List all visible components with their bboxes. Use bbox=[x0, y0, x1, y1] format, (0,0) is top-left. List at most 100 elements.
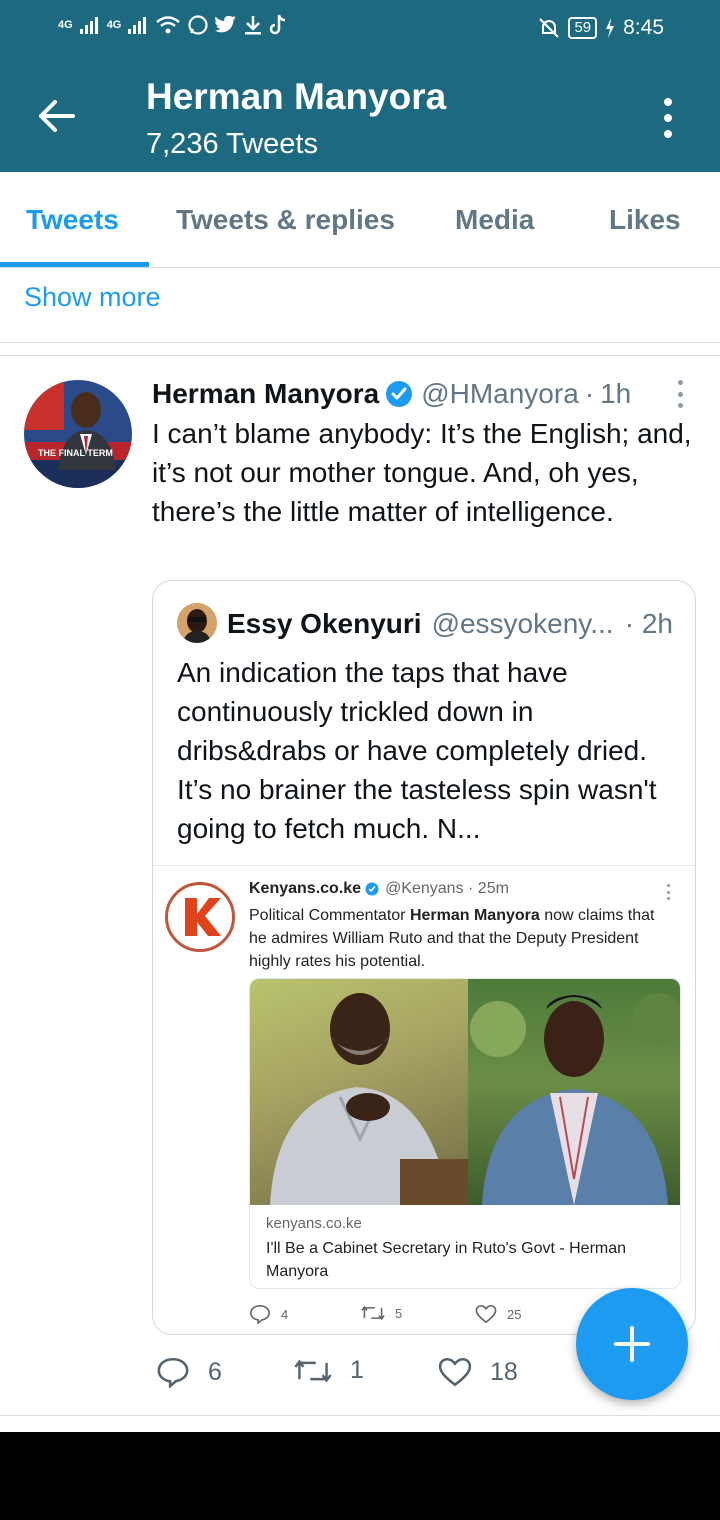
embedded-tweet-body: Political Commentator Herman Manyora now… bbox=[249, 904, 669, 973]
verified-badge-icon bbox=[386, 381, 413, 407]
quoted-author-name: Essy Okenyuri bbox=[227, 608, 422, 639]
dot-icon bbox=[664, 98, 672, 106]
tab-media[interactable]: Media bbox=[455, 204, 534, 236]
tab-tweets-replies[interactable]: Tweets & replies bbox=[176, 204, 395, 236]
tweet-more-button[interactable] bbox=[670, 380, 690, 408]
ruto-photo bbox=[250, 979, 468, 1205]
whatsapp-icon bbox=[188, 15, 208, 35]
dot-icon bbox=[677, 391, 683, 397]
mute-bell-icon bbox=[539, 18, 560, 38]
back-button[interactable] bbox=[32, 92, 80, 140]
profile-tabs: Tweets Tweets & replies Media Likes bbox=[0, 172, 720, 268]
kenyans-logo bbox=[165, 882, 235, 952]
embedded-actions: 4 5 25 bbox=[249, 1304, 549, 1326]
quoted-author-avatar[interactable] bbox=[177, 603, 217, 643]
tweet-timestamp[interactable]: 1h bbox=[600, 378, 631, 410]
quoted-tweet-header: Essy Okenyuri @essyokeny... · 2h bbox=[227, 605, 687, 643]
divider bbox=[0, 355, 720, 356]
reply-icon bbox=[157, 1357, 189, 1388]
twitter-icon bbox=[215, 15, 237, 33]
tab-likes[interactable]: Likes bbox=[609, 204, 681, 236]
embedded-text-prefix: Political Commentator bbox=[249, 907, 410, 924]
active-tab-indicator bbox=[0, 262, 149, 267]
network-label-1: 4G bbox=[58, 19, 73, 31]
avatar-image: THE FINAL TERM bbox=[24, 380, 132, 488]
tweet-header: Herman Manyora @HManyora · 1h bbox=[152, 374, 672, 414]
link-title: I'll Be a Cabinet Secretary in Ruto's Go… bbox=[266, 1240, 627, 1280]
app-bar: 4G 4G 59 8:45 Herman Manyora 7,236 Tweet… bbox=[0, 0, 720, 172]
like-count: 18 bbox=[490, 1357, 518, 1386]
battery-indicator: 59 bbox=[568, 17, 598, 39]
kenyans-k-icon bbox=[185, 898, 221, 936]
signal-icon bbox=[79, 17, 98, 34]
embedded-like: 25 bbox=[475, 1304, 521, 1324]
verified-badge-icon bbox=[365, 882, 379, 896]
compose-tweet-button[interactable] bbox=[576, 1288, 688, 1400]
divider bbox=[0, 342, 720, 343]
like-button[interactable]: 18 bbox=[438, 1356, 518, 1388]
quoted-tweet-screenshot[interactable]: Kenyans.co.ke @Kenyans · 25m Political C… bbox=[153, 865, 695, 1334]
clock: 8:45 bbox=[623, 16, 664, 39]
separator-dot: · bbox=[584, 378, 595, 409]
charging-icon bbox=[606, 18, 615, 38]
divider bbox=[0, 1415, 720, 1416]
quoted-author-handle: @essyokeny... bbox=[431, 608, 614, 639]
profile-title: Herman Manyora bbox=[146, 76, 447, 117]
show-more-link[interactable]: Show more bbox=[24, 282, 161, 313]
tweet-author-avatar[interactable]: THE FINAL TERM bbox=[24, 380, 132, 488]
signal-icon bbox=[128, 17, 147, 34]
status-bar: 4G 4G 59 8:45 bbox=[0, 0, 720, 60]
dot-icon bbox=[664, 130, 672, 138]
avatar-image bbox=[177, 603, 217, 643]
embedded-reply-count: 4 bbox=[281, 1306, 289, 1322]
tiktok-icon bbox=[270, 14, 286, 35]
embedded-tweet-header: Kenyans.co.ke @Kenyans · 25m bbox=[249, 880, 509, 898]
tweet-author-name[interactable]: Herman Manyora bbox=[152, 378, 379, 410]
embedded-author-name: Kenyans.co.ke bbox=[249, 880, 362, 897]
wifi-icon bbox=[156, 16, 181, 34]
heart-icon bbox=[438, 1357, 472, 1387]
embedded-link-card: kenyans.co.ke I'll Be a Cabinet Secretar… bbox=[249, 978, 681, 1289]
dot-icon bbox=[664, 114, 672, 122]
quoted-tweet[interactable]: Essy Okenyuri @essyokeny... · 2h An indi… bbox=[152, 580, 696, 1335]
status-icons-right: 59 8:45 bbox=[538, 16, 664, 40]
tweet-count: 7,236 Tweets bbox=[146, 128, 318, 160]
tweet-body: I can’t blame anybody: It’s the English;… bbox=[152, 418, 692, 527]
retweet-count: 1 bbox=[350, 1356, 364, 1384]
embedded-reply: 4 bbox=[249, 1304, 288, 1324]
quoted-tweet-body: An indication the taps that have continu… bbox=[177, 657, 657, 844]
plus-icon bbox=[614, 1326, 650, 1362]
embedded-like-count: 25 bbox=[507, 1306, 522, 1322]
tweet-author-handle[interactable]: @HManyora bbox=[421, 378, 579, 410]
embedded-handle-time: @Kenyans · 25m bbox=[385, 880, 509, 897]
back-arrow-icon bbox=[39, 100, 75, 132]
screen: 4G 4G 59 8:45 Herman Manyora 7,236 Tweet… bbox=[0, 0, 720, 1432]
reply-icon bbox=[250, 1304, 270, 1324]
retweet-button[interactable]: 1 bbox=[294, 1356, 364, 1385]
embedded-more-icon bbox=[667, 884, 673, 900]
reply-count: 6 bbox=[208, 1357, 222, 1386]
retweet-icon bbox=[294, 1358, 332, 1383]
quoted-timestamp: · 2h bbox=[625, 608, 673, 640]
dot-icon bbox=[677, 380, 683, 385]
overflow-menu-button[interactable] bbox=[652, 94, 684, 142]
network-label-2: 4G bbox=[106, 19, 122, 31]
retweet-icon bbox=[361, 1305, 385, 1321]
separator-dot: · bbox=[624, 608, 635, 639]
heart-icon bbox=[475, 1304, 497, 1324]
navigation-bar-area bbox=[0, 1432, 720, 1520]
reply-button[interactable]: 6 bbox=[156, 1356, 222, 1388]
download-icon bbox=[245, 16, 262, 35]
link-domain: kenyans.co.ke bbox=[266, 1215, 362, 1232]
tab-tweets[interactable]: Tweets bbox=[26, 204, 119, 236]
embedded-retweet: 5 bbox=[361, 1304, 402, 1322]
manyora-photo bbox=[468, 979, 680, 1205]
person-photo-right bbox=[470, 993, 680, 1205]
quoted-time-value: 2h bbox=[641, 608, 673, 639]
avatar-caption: THE FINAL TERM bbox=[38, 448, 113, 458]
dot-icon bbox=[677, 403, 683, 408]
embedded-retweet-count: 5 bbox=[395, 1305, 403, 1321]
status-icons-left: 4G 4G bbox=[58, 14, 287, 36]
embedded-text-bold: Herman Manyora bbox=[409, 907, 540, 924]
person-photo-left bbox=[270, 993, 468, 1205]
